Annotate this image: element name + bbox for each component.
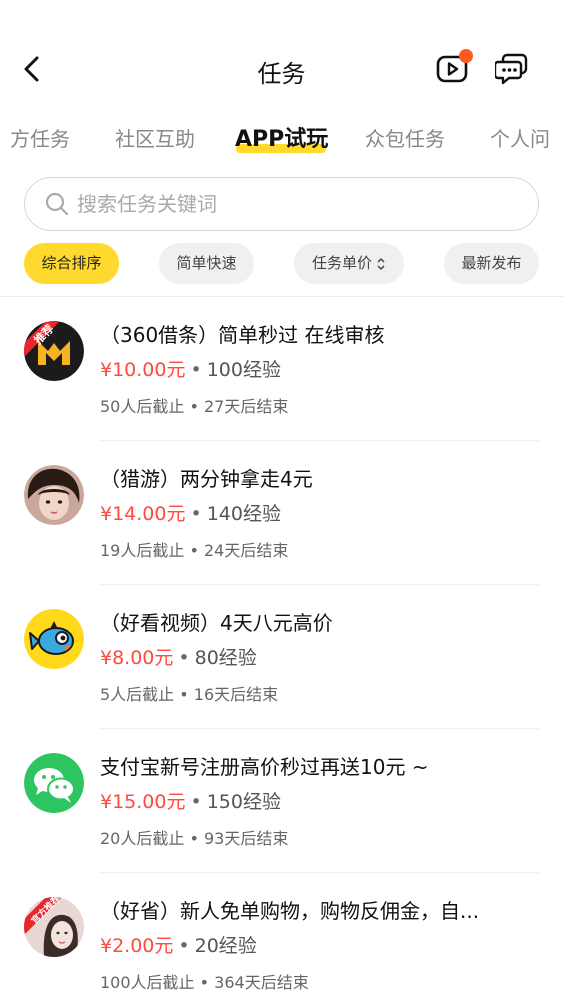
filter-unit-price[interactable]: 任务单价 xyxy=(294,243,404,284)
task-avatar: 推荐 xyxy=(24,321,84,381)
task-title: （猎游）两分钟拿走4元 xyxy=(100,467,313,491)
task-exp: 150经验 xyxy=(206,791,281,813)
task-item[interactable]: 官方推荐 （好省）新人免单购物，购物反佣金，自... ¥2.00元 • 20经验 1… xyxy=(0,873,563,1000)
task-meta: 50人后截止 • 27天后结束 xyxy=(100,397,289,416)
search-input[interactable] xyxy=(77,188,517,220)
tab-community[interactable]: 社区互助 xyxy=(115,123,195,152)
task-meta: 5人后截止 • 16天后结束 xyxy=(100,685,279,704)
dot-separator: • xyxy=(190,359,202,381)
task-reward: ¥10.00元 • 100经验 xyxy=(100,355,281,382)
task-price: ¥14.00元 xyxy=(100,503,186,525)
task-exp: 80经验 xyxy=(194,647,257,669)
task-price: ¥15.00元 xyxy=(100,791,186,813)
notification-dot xyxy=(459,49,473,63)
dot-separator: • xyxy=(178,935,190,957)
task-meta: 20人后截止 • 93天后结束 xyxy=(100,829,289,848)
task-title: （好看视频）4天八元高价 xyxy=(100,611,333,635)
task-item[interactable]: 推荐 （360借条）简单秒过 在线审核 ¥10.00元 • 100经验 50人后截止… xyxy=(0,297,563,441)
sort-updown-icon xyxy=(377,257,385,270)
tab-fang-task[interactable]: 方任务 xyxy=(10,123,70,152)
task-reward: ¥8.00元 • 80经验 xyxy=(100,643,257,670)
category-tabs: 方任务 社区互助 APP试玩 众包任务 个人问 xyxy=(0,118,563,158)
task-reward: ¥14.00元 • 140经验 xyxy=(100,499,281,526)
task-price: ¥2.00元 xyxy=(100,935,174,957)
task-avatar xyxy=(24,465,84,525)
task-title: （好省）新人免单购物，购物反佣金，自... xyxy=(100,899,480,923)
filter-simple-fast[interactable]: 简单快速 xyxy=(159,243,254,284)
tab-app-trial[interactable]: APP试玩 xyxy=(235,121,328,153)
dot-separator: • xyxy=(190,503,202,525)
task-meta: 19人后截止 • 24天后结束 xyxy=(100,541,289,560)
chat-icon[interactable] xyxy=(495,52,529,86)
task-meta: 100人后截止 • 364天后结束 xyxy=(100,973,309,992)
task-title: （360借条）简单秒过 在线审核 xyxy=(100,323,385,347)
task-exp: 20经验 xyxy=(194,935,257,957)
dot-separator: • xyxy=(178,647,190,669)
filter-overall-sort[interactable]: 综合排序 xyxy=(24,243,119,284)
task-price: ¥10.00元 xyxy=(100,359,186,381)
tab-crowdsource[interactable]: 众包任务 xyxy=(365,123,445,152)
task-item[interactable]: （猎游）两分钟拿走4元 ¥14.00元 • 140经验 19人后截止 • 24天后结… xyxy=(0,441,563,585)
dot-separator: • xyxy=(190,791,202,813)
tab-personal[interactable]: 个人问 xyxy=(490,123,550,152)
filter-unit-price-label: 任务单价 xyxy=(311,254,372,272)
page-title: 任务 xyxy=(257,60,306,88)
task-item[interactable]: 支付宝新号注册高价秒过再送10元 ~ ¥15.00元 • 150经验 20人后截止 … xyxy=(0,729,563,873)
task-exp: 140经验 xyxy=(206,503,281,525)
task-avatar: 官方推荐 xyxy=(24,897,84,957)
task-title: 支付宝新号注册高价秒过再送10元 ~ xyxy=(100,755,429,779)
search-box[interactable] xyxy=(24,177,539,231)
search-icon xyxy=(45,192,69,216)
task-reward: ¥2.00元 • 20经验 xyxy=(100,931,257,958)
task-price: ¥8.00元 xyxy=(100,647,174,669)
task-item[interactable]: （好看视频）4天八元高价 ¥8.00元 • 80经验 5人后截止 • 16天后结束 xyxy=(0,585,563,729)
task-exp: 100经验 xyxy=(206,359,281,381)
task-reward: ¥15.00元 • 150经验 xyxy=(100,787,281,814)
filter-latest[interactable]: 最新发布 xyxy=(444,243,539,284)
task-avatar xyxy=(24,753,84,813)
top-bar: 任务 xyxy=(0,40,563,100)
task-avatar xyxy=(24,609,84,669)
